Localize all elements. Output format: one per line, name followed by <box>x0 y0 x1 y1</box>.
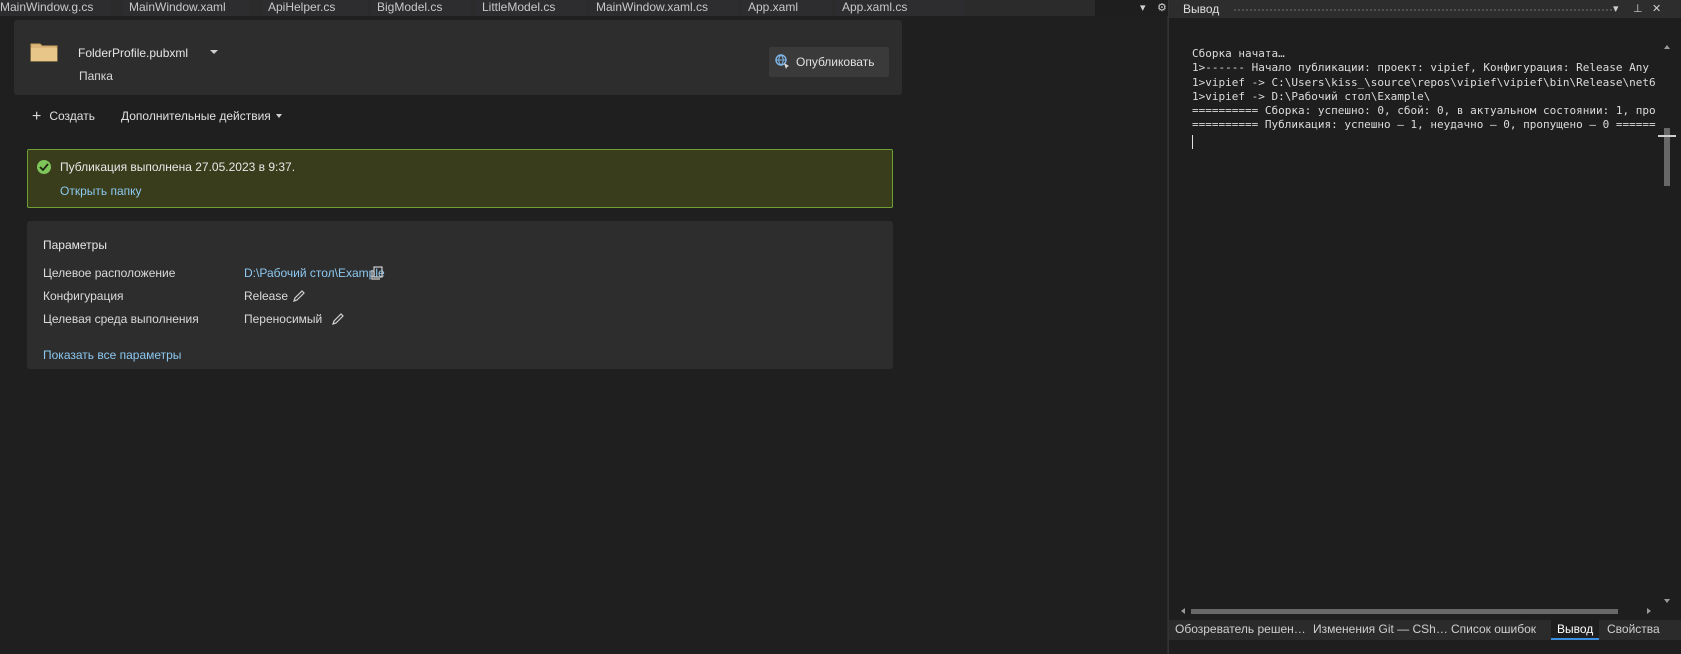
chevron-down-icon[interactable]: ▾ <box>1613 2 1619 16</box>
scroll-down-icon[interactable] <box>1664 599 1670 603</box>
param-key: Конфигурация <box>43 289 124 303</box>
tab-properties[interactable]: Свойства <box>1601 620 1681 640</box>
publish-button-label: Опубликовать <box>796 55 875 69</box>
tab-mainwindow-g-cs[interactable]: MainWindow.g.cs <box>0 0 110 16</box>
scroll-up-icon[interactable] <box>1664 45 1670 49</box>
more-actions-label: Дополнительные действия <box>121 109 271 123</box>
close-icon[interactable]: ✕ <box>1652 2 1661 16</box>
target-runtime-value: Переносимый <box>244 312 323 326</box>
publish-icon <box>775 54 789 69</box>
output-title: Вывод <box>1183 2 1220 16</box>
publish-success-banner: Публикация выполнена 27.05.2023 в 9:37. … <box>27 149 893 208</box>
tab-output[interactable]: Вывод <box>1551 620 1599 640</box>
tab-app-xaml[interactable]: App.xaml <box>742 0 832 16</box>
target-location-link[interactable]: D:\Рабочий стол\Example <box>244 266 385 280</box>
tab-app-xaml-cs[interactable]: App.xaml.cs <box>836 0 964 16</box>
scroll-left-icon[interactable] <box>1181 608 1185 614</box>
publish-button[interactable]: Опубликовать <box>769 47 889 77</box>
output-line: ========== Публикация: успешно — 1, неуд… <box>1192 118 1656 132</box>
scroll-right-icon[interactable] <box>1647 608 1651 614</box>
chevron-down-icon[interactable]: ▾ <box>1140 0 1146 16</box>
tab-error-list[interactable]: Список ошибок <box>1445 620 1549 640</box>
tab-git-changes[interactable]: Изменения Git — CSh… <box>1307 620 1448 640</box>
output-pane: Вывод ▾ ⊥ ✕ Сборка начата… 1>------ Начал… <box>1168 0 1681 654</box>
chevron-down-icon <box>275 114 282 118</box>
scroll-marker <box>1658 135 1676 137</box>
gear-icon[interactable]: ⚙ <box>1157 0 1167 16</box>
tab-apihelper-cs[interactable]: ApiHelper.cs <box>262 0 368 16</box>
plus-icon: + <box>32 108 42 125</box>
tool-window-tabs: Обозреватель решен… Изменения Git — CSh…… <box>1169 620 1681 640</box>
parameters-panel: Параметры Целевое расположение D:\Рабочи… <box>27 221 893 369</box>
output-header: Вывод ▾ ⊥ ✕ <box>1169 0 1681 18</box>
tab-littlemodel-cs[interactable]: LittleModel.cs <box>476 0 586 16</box>
output-line: 1>vipief -> D:\Рабочий стол\Example\ <box>1192 89 1431 103</box>
output-line: 1>vipief -> C:\Users\kiss_\source\repos\… <box>1192 75 1656 89</box>
horizontal-scrollbar[interactable] <box>1181 606 1654 616</box>
more-actions-menu[interactable]: Дополнительные действия <box>121 109 282 123</box>
output-text[interactable]: Сборка начата… 1>------ Начало публикации… <box>1192 47 1656 607</box>
create-label: Создать <box>49 109 95 123</box>
folder-icon <box>30 43 58 62</box>
drag-grip[interactable] <box>1233 8 1616 12</box>
publish-editor: FolderProfile.pubxml Папка Опубликовать … <box>0 16 1168 654</box>
show-all-parameters-link[interactable]: Показать все параметры <box>43 348 181 362</box>
profile-dropdown-icon[interactable] <box>210 50 218 54</box>
tab-mainwindow-xaml[interactable]: MainWindow.xaml <box>123 0 249 16</box>
profile-type: Папка <box>79 69 113 83</box>
publish-profile-card: FolderProfile.pubxml Папка Опубликовать <box>14 20 902 95</box>
create-button[interactable]: + Создать <box>32 108 95 125</box>
success-check-icon <box>37 160 51 174</box>
configuration-value: Release <box>244 289 289 303</box>
edit-pencil-icon[interactable] <box>330 311 346 327</box>
output-line: ========== Сборка: успешно: 0, сбой: 0, … <box>1192 104 1656 118</box>
copy-icon[interactable] <box>369 265 385 281</box>
scroll-thumb[interactable] <box>1191 609 1618 614</box>
output-line: 1>------ Начало публикации: проект: vipi… <box>1192 61 1656 75</box>
edit-pencil-icon[interactable] <box>291 288 307 304</box>
vertical-scrollbar[interactable] <box>1658 18 1681 606</box>
parameters-title: Параметры <box>43 238 107 252</box>
pin-icon[interactable]: ⊥ <box>1633 2 1643 16</box>
text-cursor <box>1192 135 1193 149</box>
tab-solution-explorer[interactable]: Обозреватель решен… <box>1169 620 1306 640</box>
profile-name[interactable]: FolderProfile.pubxml <box>78 46 188 60</box>
open-folder-link[interactable]: Открыть папку <box>60 184 142 198</box>
tab-mainwindow-xaml-cs[interactable]: MainWindow.xaml.cs <box>590 0 739 16</box>
param-key: Целевое расположение <box>43 266 176 280</box>
tab-bigmodel-cs[interactable]: BigModel.cs <box>371 0 471 16</box>
document-tab-strip: MainWindow.g.cs MainWindow.xaml ApiHelpe… <box>0 0 1095 16</box>
success-message: Публикация выполнена 27.05.2023 в 9:37. <box>60 160 296 174</box>
param-key: Целевая среда выполнения <box>43 312 199 326</box>
output-line: Сборка начата… <box>1192 47 1285 60</box>
